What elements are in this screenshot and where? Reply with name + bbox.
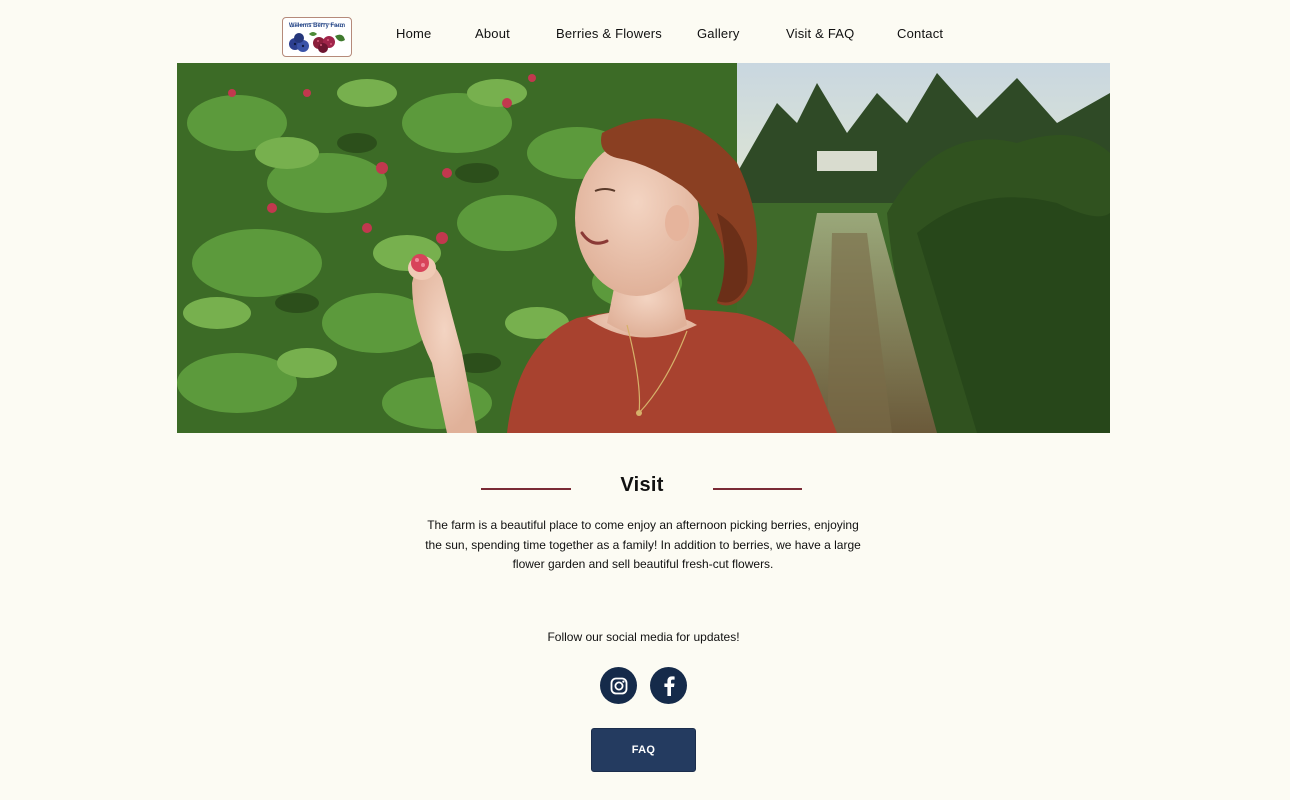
- top-navigation: Willems Berry Farm Home About Berries & …: [0, 0, 1290, 63]
- facebook-icon[interactable]: [650, 667, 687, 704]
- hero-image: [177, 63, 1110, 433]
- visit-title: Visit: [620, 474, 664, 496]
- visit-heading: Visit: [0, 474, 1290, 504]
- nav-item-about[interactable]: About: [475, 26, 510, 41]
- svg-text:Willems Berry Farm: Willems Berry Farm: [289, 23, 345, 29]
- faq-button[interactable]: FAQ: [591, 728, 696, 772]
- page: Willems Berry Farm Home About Berries & …: [0, 0, 1290, 800]
- instagram-icon[interactable]: [600, 667, 637, 704]
- nav-item-contact[interactable]: Contact: [897, 26, 943, 41]
- nav-item-berries-flowers[interactable]: Berries & Flowers: [556, 26, 662, 41]
- heading-rule-right: [713, 488, 802, 490]
- nav-item-home[interactable]: Home: [396, 26, 431, 41]
- social-prompt: Follow our social media for updates!: [547, 630, 740, 644]
- visit-description: The farm is a beautiful place to come en…: [425, 518, 861, 571]
- nav-item-visit-faq[interactable]: Visit & FAQ: [786, 26, 854, 41]
- nav-item-gallery[interactable]: Gallery: [697, 26, 740, 41]
- farm-logo[interactable]: Willems Berry Farm: [282, 17, 352, 57]
